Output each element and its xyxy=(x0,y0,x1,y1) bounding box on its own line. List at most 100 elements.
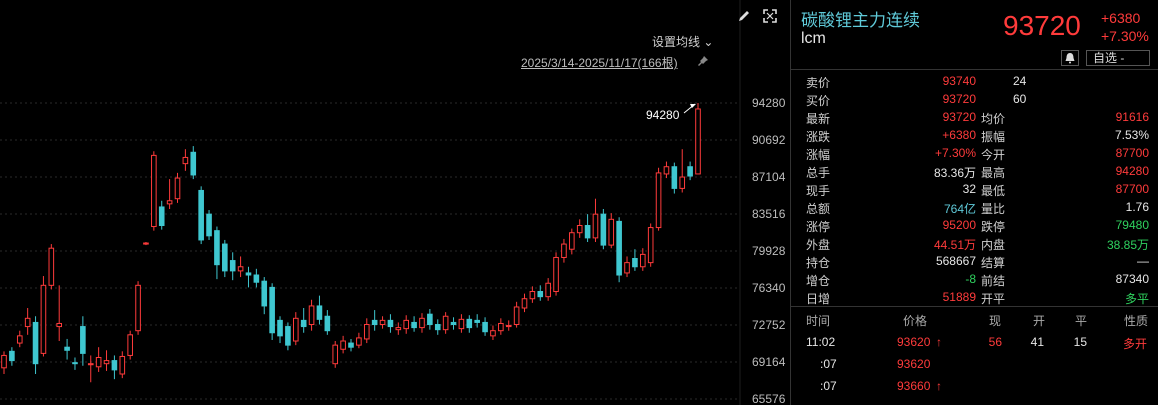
quote-label: 涨幅 xyxy=(806,148,831,162)
candle-up xyxy=(1,354,7,369)
candle-up xyxy=(103,360,110,365)
quote-label: 振幅 xyxy=(981,130,1006,144)
candle-down xyxy=(324,315,331,332)
kline-chart-panel[interactable]: 94280 90692 87104 83516 79928 76340 72752 69164… xyxy=(0,0,790,405)
candle-up xyxy=(95,357,102,368)
quote-label: 买价 xyxy=(806,94,831,108)
quote-value: 764亿 xyxy=(943,202,976,216)
candle-up xyxy=(442,315,449,331)
candle-down xyxy=(190,151,197,176)
date-range-link[interactable]: 2025/3/14-2025/11/17(166根) xyxy=(521,54,678,71)
quote-row: 涨幅 +7.30% 今开 87700 xyxy=(791,144,1158,162)
quote-value: 94280 xyxy=(1115,164,1149,178)
tick-volume: 56 xyxy=(988,335,1002,349)
tick-row: :07 93660 ↑ xyxy=(791,376,1158,396)
candle-up xyxy=(695,108,701,175)
candle-up xyxy=(663,166,670,175)
candle-down xyxy=(348,342,354,348)
candle-down xyxy=(300,319,307,328)
candle-up xyxy=(576,225,583,234)
tick-header[interactable]: 性质 xyxy=(1124,312,1148,329)
candle-down xyxy=(616,220,622,276)
candle-down xyxy=(9,350,15,362)
candle-down xyxy=(214,230,220,266)
candle-down xyxy=(466,318,473,329)
candle-up xyxy=(379,319,386,326)
y-tick-label: 87104 xyxy=(752,170,786,184)
quote-row: 总手 83.36万 最高 94280 xyxy=(791,162,1158,180)
candle-up xyxy=(553,256,559,293)
tick-row: 11:02 93620 ↑ 56 41 15 多开 xyxy=(791,332,1158,352)
candle-up xyxy=(143,242,149,245)
tick-header[interactable]: 时间 xyxy=(806,312,830,329)
tick-close: 15 xyxy=(1073,335,1087,349)
candle-down xyxy=(111,360,118,371)
quote-panel: 碳酸锂主力连续 lcm 93720 +6380 +7.30% 自选 - 卖价 93… xyxy=(790,0,1158,405)
tick-price: 93660 xyxy=(897,379,931,393)
quote-label: 内盘 xyxy=(981,238,1006,252)
candle-up xyxy=(545,282,551,298)
up-arrow-icon: ↑ xyxy=(936,335,942,349)
candle-up xyxy=(87,363,94,366)
quote-value: 32 xyxy=(962,182,976,196)
quote-label: 涨停 xyxy=(806,220,831,234)
quote-value: 79480 xyxy=(1115,218,1149,232)
quote-label: 卖价 xyxy=(806,76,831,90)
quote-label: 日增 xyxy=(806,292,831,306)
quote-label: 前结 xyxy=(981,274,1006,288)
candle-down xyxy=(229,260,236,272)
ma-setting-dropdown[interactable]: 设置均线 ⌄ xyxy=(652,33,713,50)
quote-label: 今开 xyxy=(981,148,1006,162)
candle-up xyxy=(608,218,615,246)
candle-down xyxy=(387,319,394,328)
tick-time: :07 xyxy=(820,379,837,393)
quote-value: 87700 xyxy=(1115,146,1149,160)
y-tick-label: 94280 xyxy=(752,96,786,110)
quote-value: 38.85万 xyxy=(1106,238,1149,252)
quote-value: — xyxy=(1137,254,1149,268)
candle-up xyxy=(16,335,23,344)
quote-value: 7.53% xyxy=(1114,128,1149,142)
tick-header[interactable]: 平 xyxy=(1075,312,1087,329)
quote-value: 24 xyxy=(1013,74,1027,88)
tick-time: 11:02 xyxy=(806,335,836,349)
candle-up xyxy=(308,305,315,326)
candle-up xyxy=(135,284,141,332)
contract-name: 碳酸锂主力连续 xyxy=(801,11,920,30)
candle-up xyxy=(529,291,536,300)
watchlist-select[interactable]: 自选 - xyxy=(1086,50,1150,66)
candle-up xyxy=(498,322,504,332)
quote-value: 568667 xyxy=(935,254,976,268)
candle-up xyxy=(237,266,244,272)
quote-row: 增仓 -8 前结 87340 xyxy=(791,270,1158,288)
quote-value: -8 xyxy=(965,272,976,286)
quote-label: 外盘 xyxy=(806,238,831,252)
quote-value: +6380 xyxy=(942,128,976,142)
candle-up xyxy=(592,213,599,239)
quote-value: 93720 xyxy=(942,92,976,106)
last-price: 93720 xyxy=(1003,10,1081,41)
tick-header[interactable]: 价格 xyxy=(903,312,927,329)
candle-up xyxy=(561,243,567,258)
candle-down xyxy=(261,280,268,307)
quote-row: 涨停 95200 跌停 79480 xyxy=(791,216,1158,234)
candle-up xyxy=(119,355,126,375)
candle-down xyxy=(427,313,433,326)
pen-icon[interactable] xyxy=(736,8,752,24)
pin-icon[interactable] xyxy=(697,55,709,67)
alert-button[interactable] xyxy=(1061,50,1079,66)
contract-code: lcm xyxy=(801,30,826,47)
tick-price: 93620 xyxy=(897,335,931,349)
y-tick-label: 72752 xyxy=(752,318,786,332)
candle-down xyxy=(206,213,212,237)
quote-label: 结算 xyxy=(981,256,1006,270)
tick-header[interactable]: 现 xyxy=(989,312,1001,329)
candle-up xyxy=(166,200,173,205)
tick-header[interactable]: 开 xyxy=(1033,312,1045,329)
candle-up xyxy=(419,317,425,329)
fullscreen-icon[interactable] xyxy=(762,8,778,24)
candle-up xyxy=(24,317,31,328)
quote-label: 跌停 xyxy=(981,220,1006,234)
candle-up xyxy=(48,247,55,286)
quote-row: 涨跌 +6380 振幅 7.53% xyxy=(791,126,1158,144)
